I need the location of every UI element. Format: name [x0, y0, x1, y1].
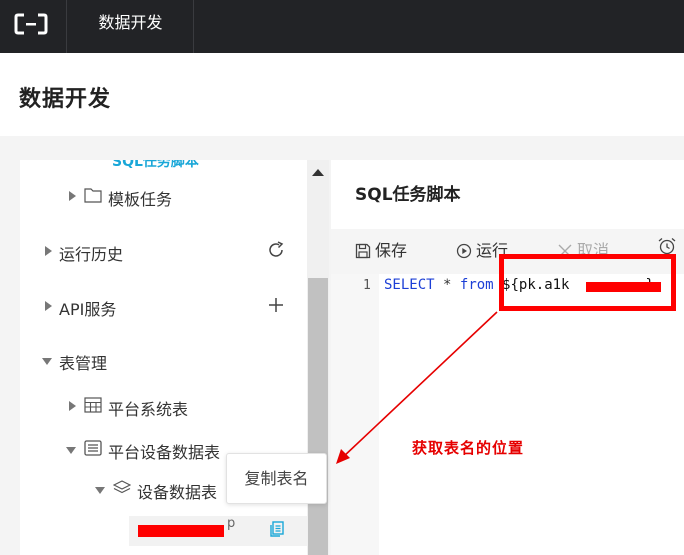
annotation-arrow [336, 311, 498, 464]
annotation-text: 获取表名的位置 [412, 439, 525, 457]
